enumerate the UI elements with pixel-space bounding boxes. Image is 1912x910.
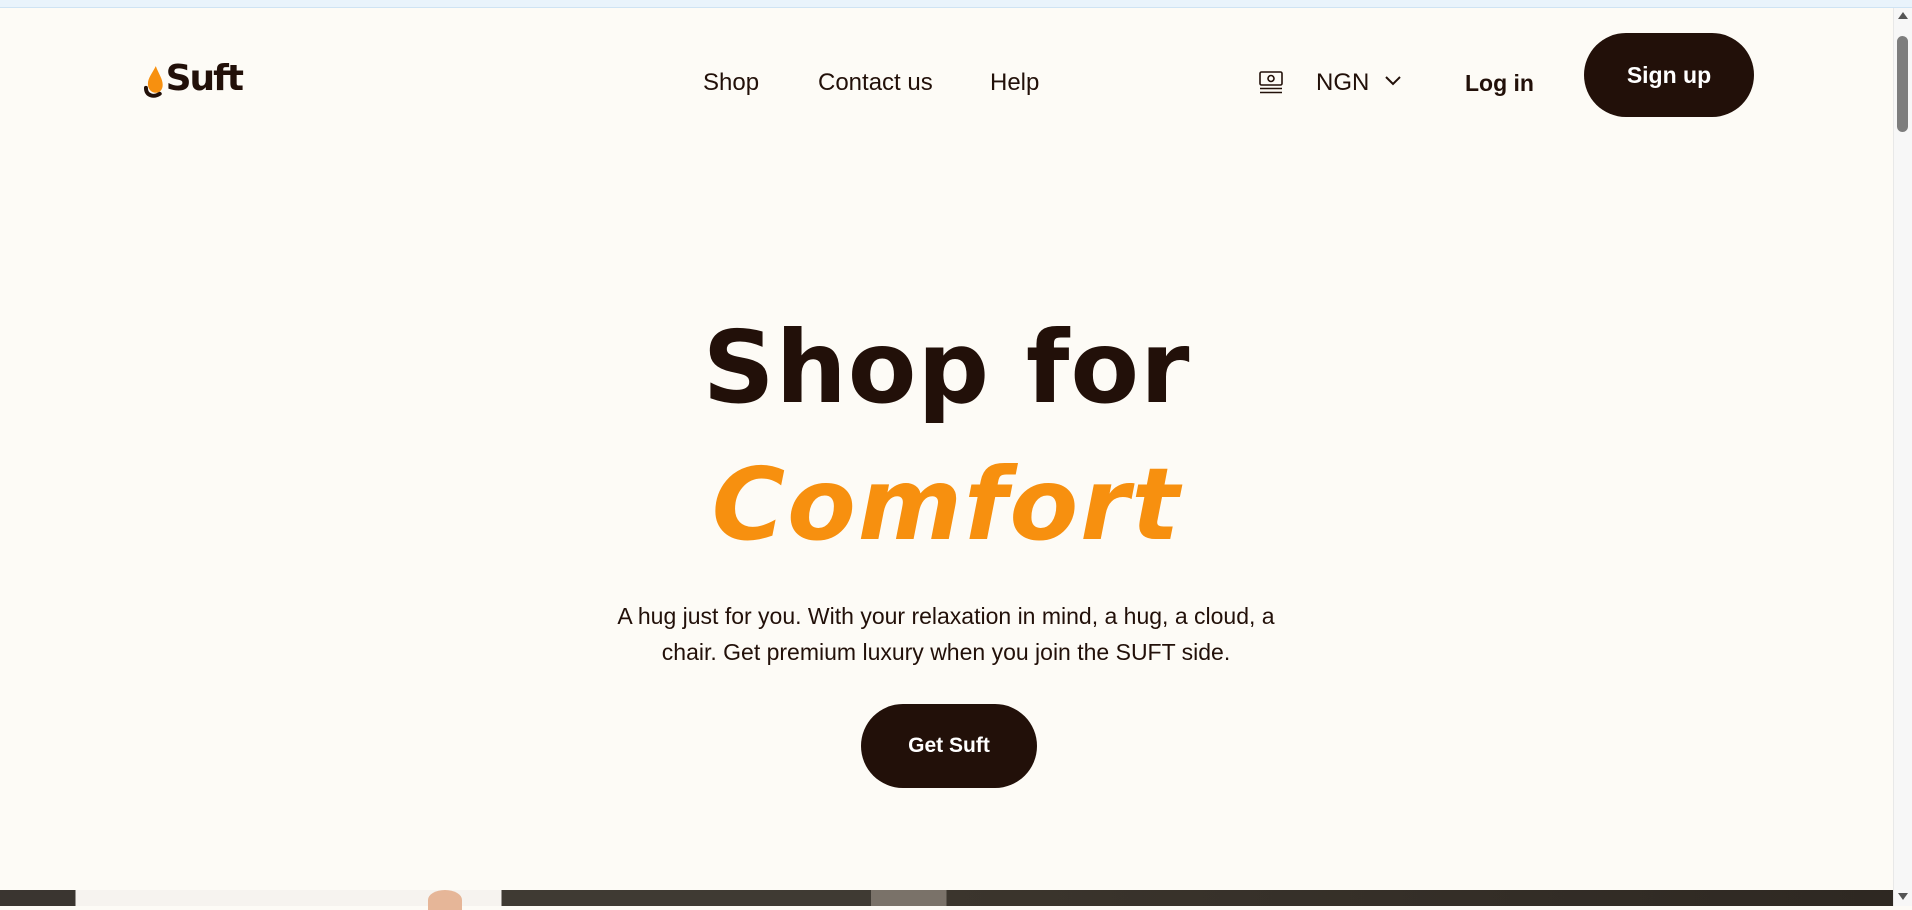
nav-help-link[interactable]: Help [990, 63, 1039, 103]
get-suft-button[interactable]: Get Suft [861, 704, 1037, 788]
logo-drop-icon [143, 66, 163, 98]
nav-shop-link[interactable]: Shop [703, 63, 759, 103]
scrollbar-thumb[interactable] [1897, 36, 1908, 132]
nav-contact-link[interactable]: Contact us [818, 63, 933, 103]
page: Suft Shop Contact us Help NGN Log in Sig… [0, 8, 1893, 898]
login-link[interactable]: Log in [1465, 63, 1534, 103]
cash-icon [1259, 71, 1283, 94]
chevron-down-icon[interactable] [1384, 74, 1402, 88]
hero-title-accent: Comfort [711, 446, 1182, 563]
logo-text: Suft [165, 57, 244, 99]
logo[interactable]: Suft [142, 53, 244, 103]
currency-selector[interactable]: NGN [1316, 63, 1369, 103]
vertical-scrollbar[interactable] [1893, 8, 1912, 906]
scroll-down-arrow-icon[interactable] [1898, 893, 1908, 900]
signup-button[interactable]: Sign up [1584, 33, 1754, 117]
hero-description: A hug just for you. With your relaxation… [617, 603, 1275, 665]
hero-title: Shop for [702, 309, 1191, 426]
browser-top-strip [0, 0, 1912, 8]
product-image-strip [0, 890, 1893, 906]
scroll-up-arrow-icon[interactable] [1898, 12, 1908, 19]
product-image-fragment [428, 890, 462, 910]
